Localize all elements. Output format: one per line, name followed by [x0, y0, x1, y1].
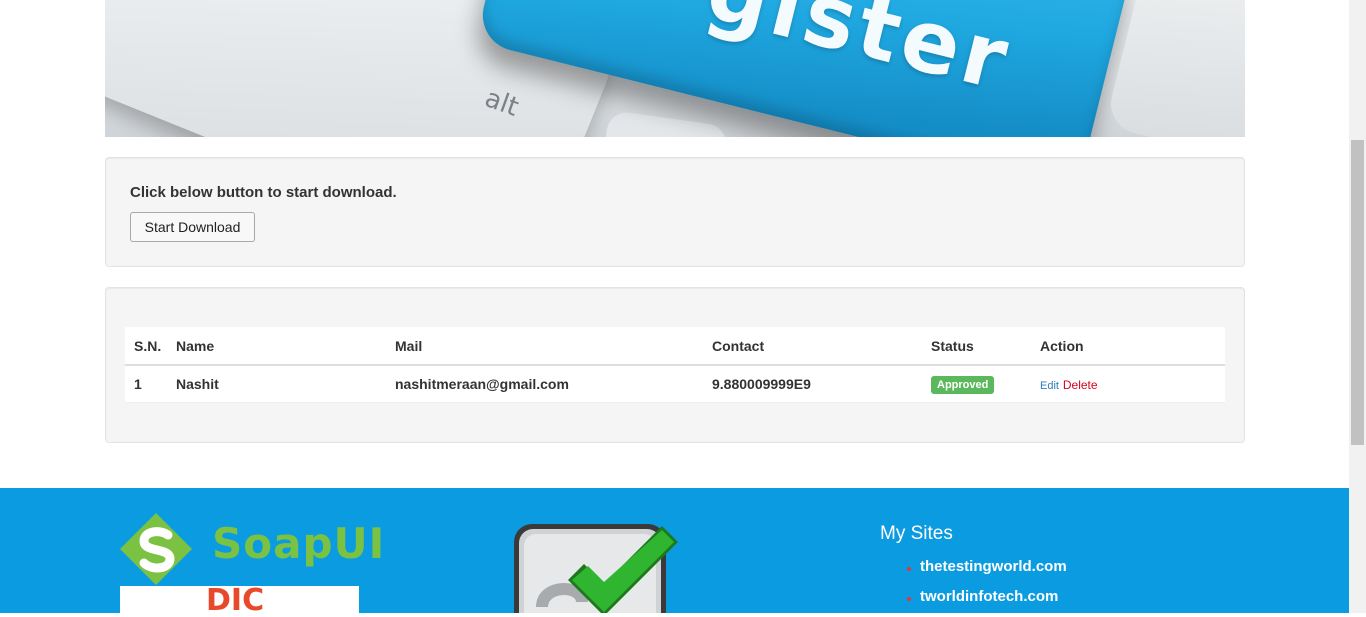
header-sn: S.N.	[125, 327, 167, 366]
vertical-scrollbar[interactable]	[1349, 0, 1366, 613]
header-name: Name	[167, 327, 386, 366]
cell-contact: 9.880009999E9	[703, 365, 922, 403]
checkmark-logo	[512, 522, 687, 617]
cell-mail: nashitmeraan@gmail.com	[386, 365, 703, 403]
header-mail: Mail	[386, 327, 703, 366]
soapui-s-icon	[120, 513, 192, 585]
table-header-row: S.N. Name Mail Contact Status Action	[125, 327, 1225, 366]
start-download-button[interactable]: Start Download	[130, 212, 255, 242]
scrollbar-thumb[interactable]	[1351, 140, 1364, 445]
header-contact: Contact	[703, 327, 922, 366]
key-graphic	[601, 109, 729, 137]
bullet-icon	[907, 567, 911, 571]
download-instruction: Click below button to start download.	[130, 184, 397, 201]
partner-logo: DIC	[120, 586, 359, 613]
delete-link[interactable]: Delete	[1063, 378, 1098, 392]
cell-status: Approved	[922, 365, 1031, 403]
bullet-icon	[907, 597, 911, 601]
cell-action: Edit Delete	[1031, 365, 1225, 403]
header-action: Action	[1031, 327, 1225, 366]
partner-logo-text: DIC	[206, 586, 265, 613]
site-link-thetestingworld[interactable]: thetestingworld.com	[920, 558, 1067, 575]
users-table: S.N. Name Mail Contact Status Action 1 N…	[125, 327, 1225, 403]
table-row: 1 Nashit nashitmeraan@gmail.com 9.880009…	[125, 365, 1225, 403]
soapui-logo: SoapUI	[120, 513, 384, 585]
key-graphic-right	[1104, 0, 1245, 137]
download-panel: Click below button to start download. St…	[105, 157, 1245, 267]
header-status: Status	[922, 327, 1031, 366]
hero-banner-image: alt gister	[105, 0, 1245, 137]
cell-name: Nashit	[167, 365, 386, 403]
users-panel: S.N. Name Mail Contact Status Action 1 N…	[105, 287, 1245, 443]
my-sites-heading: My Sites	[880, 523, 953, 544]
footer: SoapUI DIC My Sites thetestingworld.com …	[0, 488, 1349, 617]
soapui-logo-text: SoapUI	[212, 519, 386, 568]
site-link-tworldinfotech[interactable]: tworldinfotech.com	[920, 588, 1058, 605]
edit-link[interactable]: Edit	[1040, 380, 1059, 392]
checkmark-icon	[514, 524, 678, 617]
status-badge: Approved	[931, 375, 995, 394]
cell-sn: 1	[125, 365, 167, 403]
